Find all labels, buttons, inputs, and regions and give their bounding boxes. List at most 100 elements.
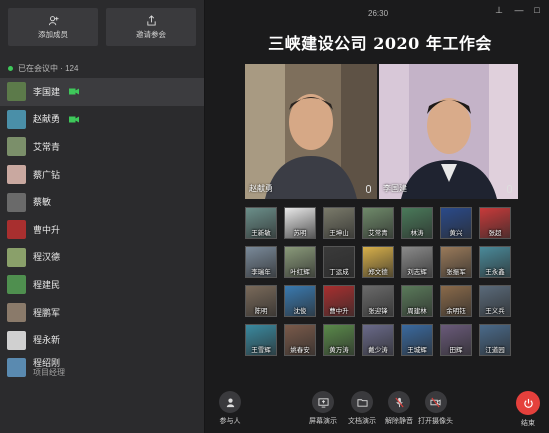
participant-tile[interactable]: 叶红辉: [284, 246, 316, 278]
tile-name: 沈俊: [293, 308, 307, 315]
participant-tile[interactable]: 张振军: [440, 246, 472, 278]
participant-item[interactable]: 蔡敏: [0, 188, 204, 216]
participant-tile[interactable]: 王城辉: [401, 324, 433, 356]
participant-tile[interactable]: 曹中升: [323, 285, 355, 317]
speaker-portrait: [245, 64, 377, 199]
meeting-main: 26:30 ⊥ — □ 三峡建设公司 2020 年工作会 赵献勇 李国建 王新敏…: [205, 0, 549, 433]
speaker-name: 赵献勇: [249, 184, 273, 193]
mic-muted-icon: [388, 391, 410, 413]
online-dot-icon: [8, 66, 13, 71]
participant-tile[interactable]: 戴少涛: [362, 324, 394, 356]
participant-name: 程建民: [33, 279, 61, 290]
meeting-status: 已在会议中 · 124: [0, 52, 204, 74]
meeting-app: 添加成员 邀请参会 已在会议中 · 124 李国建 赵献勇 艾常青 蔡广钻 蔡敏 曹中升程…: [0, 0, 549, 433]
tile-name: 田辉: [449, 347, 463, 354]
participant-item[interactable]: 程永新: [0, 326, 204, 354]
tile-name: 姚春安: [290, 347, 310, 354]
participant-tile[interactable]: 余明钰: [440, 285, 472, 317]
tile-name: 王雪辉: [251, 347, 271, 354]
maximize-icon[interactable]: □: [531, 4, 543, 16]
participant-list: 李国建赵献勇艾常青蔡广钻 蔡敏曹中升程汉德程建民程鹏军程永新程绍刚 项目经理: [0, 78, 204, 382]
tile-name: 艾常青: [368, 230, 388, 237]
camera-button[interactable]: 打开摄像头: [418, 391, 453, 426]
participant-name: 程鹏军: [33, 307, 61, 318]
power-icon: [516, 391, 540, 415]
participant-role: 项目经理: [33, 367, 65, 377]
camera-on-icon: [69, 88, 80, 95]
participant-tile[interactable]: 陈明: [245, 285, 277, 317]
tile-name: 张迎锋: [368, 308, 388, 315]
camera-label: 打开摄像头: [418, 418, 453, 425]
avatar: [7, 247, 26, 267]
speaker-video-2[interactable]: 李国建: [379, 64, 518, 199]
participant-tile[interactable]: 姚春安: [284, 324, 316, 356]
participant-name-wrap: 程建民: [33, 280, 60, 290]
participant-tile[interactable]: 黄兴: [440, 207, 472, 239]
avatar: [7, 137, 26, 157]
participant-tile[interactable]: 王新敏: [245, 207, 277, 239]
participant-item[interactable]: 蔡广钻: [0, 161, 204, 189]
participant-tile[interactable]: 刘志辉: [401, 246, 433, 278]
participants-button[interactable]: 参与人: [219, 391, 241, 426]
participant-tile[interactable]: 丁运成: [323, 246, 355, 278]
participant-tile[interactable]: 王义兵: [479, 285, 511, 317]
participant-tile[interactable]: 黄万涛: [323, 324, 355, 356]
participant-name-wrap: 程鹏军: [33, 308, 60, 318]
participant-tile[interactable]: 艾常青: [362, 207, 394, 239]
participant-name: 程永新: [33, 335, 61, 346]
status-text: 已在会议中 · 124: [18, 64, 79, 73]
pin-icon[interactable]: ⊥: [493, 4, 505, 16]
participant-name: 艾常青: [33, 141, 61, 152]
participant-item[interactable]: 程建民: [0, 271, 204, 299]
add-member-button[interactable]: 添加成员: [8, 8, 98, 46]
screen-share-button[interactable]: 屏幕演示: [309, 391, 337, 426]
meeting-toolbar: 参与人 屏幕演示 文档演示 解除静音 打开摄像头 结束: [205, 387, 549, 433]
avatar: [7, 275, 26, 295]
minimize-icon[interactable]: —: [513, 4, 525, 16]
screen-icon: [312, 391, 334, 413]
tile-name: 王新敏: [251, 230, 271, 237]
participant-item[interactable]: 程绍刚 项目经理: [0, 354, 204, 382]
invite-button[interactable]: 邀请参会: [106, 8, 196, 46]
participant-tile[interactable]: 林涛: [401, 207, 433, 239]
participant-tile[interactable]: 郑文德: [362, 246, 394, 278]
participant-item[interactable]: 赵献勇: [0, 106, 204, 134]
add-member-label: 添加成员: [38, 29, 68, 39]
participant-item[interactable]: 艾常青: [0, 133, 204, 161]
participant-name-wrap: 艾常青: [33, 142, 60, 152]
participant-tile[interactable]: 李瑞年: [245, 246, 277, 278]
participant-item[interactable]: 程汉德: [0, 244, 204, 272]
screen-share-label: 屏幕演示: [309, 418, 337, 425]
participant-tile[interactable]: 苏明: [284, 207, 316, 239]
participant-item[interactable]: 李国建: [0, 78, 204, 106]
tile-name: 周建林: [407, 308, 427, 315]
participant-tile[interactable]: 张迎锋: [362, 285, 394, 317]
end-meeting-button[interactable]: 结束: [516, 391, 540, 428]
tile-name: 李瑞年: [251, 269, 271, 276]
tile-name: 王义兵: [485, 308, 505, 315]
participant-item[interactable]: 程鹏军: [0, 299, 204, 327]
invite-label: 邀请参会: [136, 29, 166, 39]
speaker-video-1[interactable]: 赵献勇: [245, 64, 377, 199]
unmute-button[interactable]: 解除静音: [385, 391, 413, 426]
participant-tile[interactable]: 王雪辉: [245, 324, 277, 356]
participant-tile[interactable]: 田辉: [440, 324, 472, 356]
participant-item[interactable]: 曹中升: [0, 216, 204, 244]
avatar: [7, 82, 26, 102]
tile-name: 戴少涛: [368, 347, 388, 354]
participant-tile[interactable]: 江道园: [479, 324, 511, 356]
avatar: [7, 303, 26, 323]
participant-tile[interactable]: 王坤山: [323, 207, 355, 239]
participant-tile[interactable]: 张超: [479, 207, 511, 239]
tile-name: 江道园: [485, 347, 505, 354]
people-icon: [219, 391, 241, 413]
participant-name: 赵献勇: [33, 114, 61, 125]
participant-tile[interactable]: 沈俊: [284, 285, 316, 317]
tile-name: 黄万涛: [329, 347, 349, 354]
participant-tile[interactable]: 周建林: [401, 285, 433, 317]
participant-tile[interactable]: 王永鑫: [479, 246, 511, 278]
doc-share-button[interactable]: 文档演示: [348, 391, 376, 426]
participant-name-wrap: 李国建: [33, 87, 60, 97]
participant-name: 曹中升: [33, 224, 61, 235]
tile-name: 林涛: [410, 230, 424, 237]
